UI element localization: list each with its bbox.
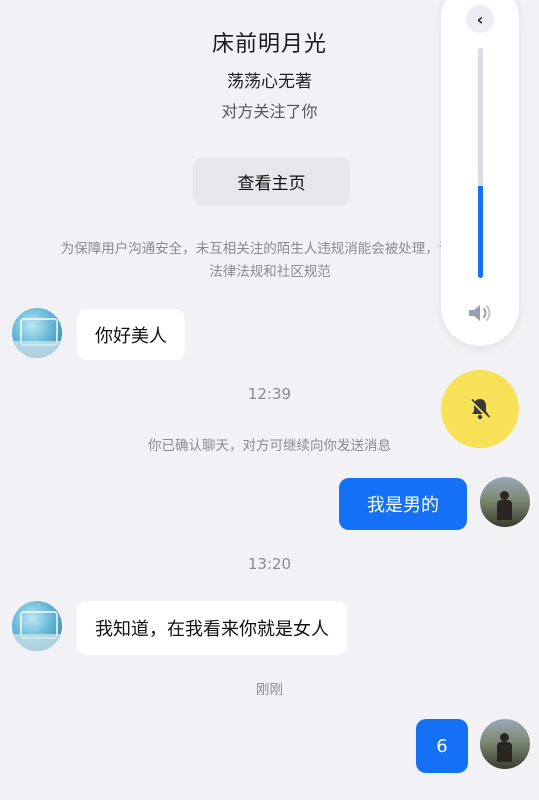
message-incoming[interactable]: 你好美人 xyxy=(77,309,185,360)
message-outgoing[interactable]: 6 xyxy=(416,719,468,773)
contact-avatar[interactable] xyxy=(12,308,62,358)
chevron-left-icon[interactable]: ‹ xyxy=(466,5,494,33)
speaker-icon[interactable] xyxy=(467,302,495,324)
self-avatar[interactable] xyxy=(480,719,530,769)
self-avatar[interactable] xyxy=(480,477,530,527)
mute-toggle-button[interactable] xyxy=(441,370,519,448)
bell-off-icon xyxy=(469,398,491,420)
message-incoming[interactable]: 我知道，在我看来你就是女人 xyxy=(77,601,347,655)
timestamp: 刚刚 xyxy=(256,682,283,698)
timestamp: 13:20 xyxy=(247,555,292,573)
chat-screen: 床前明月光 荡荡心无著 对方关注了你 查看主页 为保障用户沟通安全，未互相关注的… xyxy=(0,0,539,800)
volume-level xyxy=(478,186,483,278)
contact-avatar[interactable] xyxy=(12,601,62,651)
message-outgoing[interactable]: 我是男的 xyxy=(339,478,467,530)
safety-notice: 为保障用户沟通安全，未互相关注的陌生人违规消能会被处理，请遵守法律法规和社区规范 xyxy=(60,241,480,280)
volume-slider[interactable] xyxy=(478,48,483,278)
view-profile-button[interactable]: 查看主页 xyxy=(193,157,350,206)
volume-panel: ‹ xyxy=(441,0,519,346)
